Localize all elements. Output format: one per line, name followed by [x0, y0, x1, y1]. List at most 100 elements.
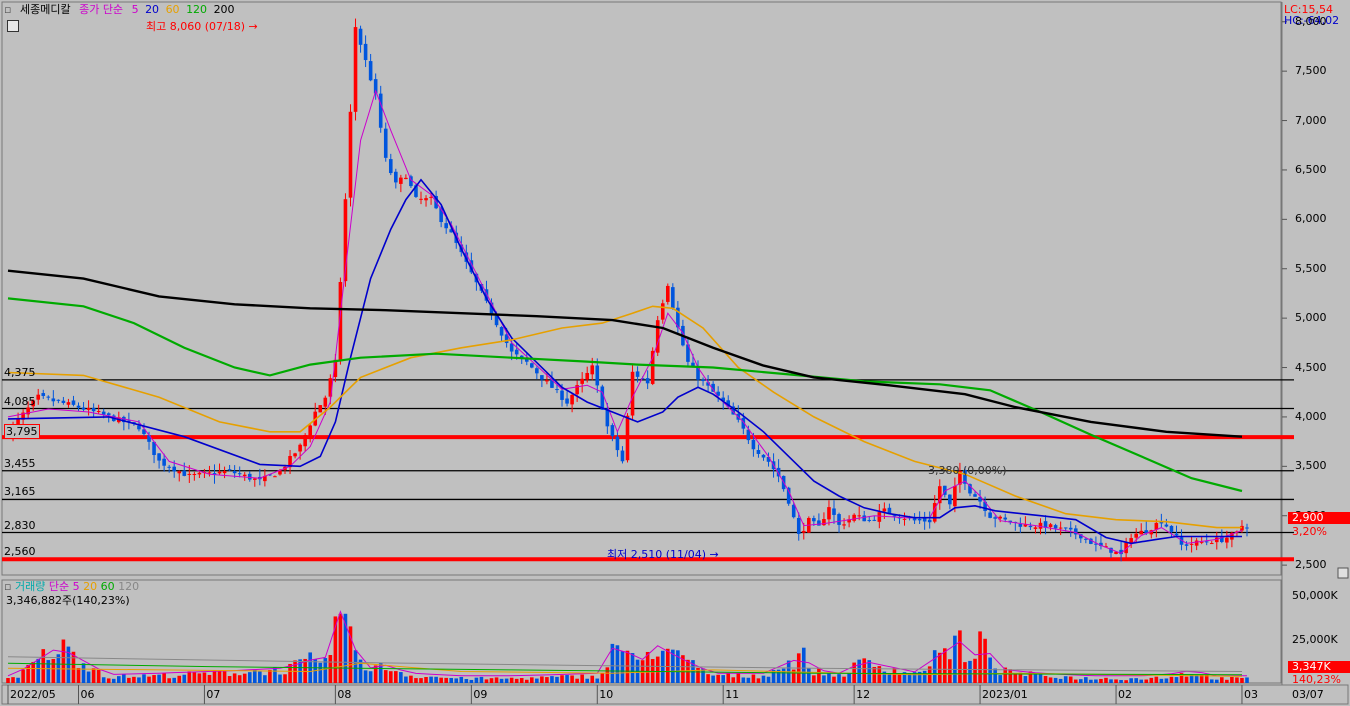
- volume-bar: [157, 674, 161, 683]
- volume-bar: [1235, 677, 1239, 683]
- volume-bar: [368, 671, 373, 683]
- volume-bar: [414, 678, 418, 683]
- volume-bar: [822, 675, 826, 683]
- volume-bar: [524, 679, 529, 683]
- volume-bar: [1119, 679, 1123, 683]
- volume-bar: [6, 678, 10, 683]
- level-label: 3,795: [4, 424, 40, 440]
- candle-body: [51, 398, 56, 402]
- volume-bar: [922, 670, 927, 683]
- volume-bar: [394, 671, 398, 683]
- candle-body: [1053, 525, 1058, 529]
- volume-bar: [1184, 676, 1189, 683]
- volume-bar: [328, 655, 333, 683]
- volume-bar: [278, 674, 282, 683]
- vol-ma20-label: 20: [83, 580, 98, 593]
- volume-bar: [101, 677, 106, 683]
- volume-bar: [761, 675, 766, 683]
- candle-body: [590, 365, 595, 375]
- volume-bar: [117, 676, 121, 683]
- volume-bar: [263, 675, 267, 683]
- candle-body: [993, 517, 997, 519]
- candle-body: [1184, 544, 1189, 546]
- candle-body: [756, 450, 761, 454]
- volume-bar: [741, 677, 746, 683]
- volume-bar: [217, 671, 222, 683]
- panel-resize-handle[interactable]: [1337, 567, 1349, 579]
- volume-bar: [560, 675, 564, 683]
- candle-body: [1139, 530, 1144, 535]
- candle-body: [1084, 538, 1088, 540]
- volume-bar: [388, 671, 393, 683]
- candle-body: [902, 518, 907, 520]
- volume-bar: [751, 674, 756, 683]
- candle-body: [701, 379, 705, 382]
- candle-body: [404, 177, 408, 180]
- volume-bar: [716, 674, 720, 683]
- candle-body: [761, 454, 766, 458]
- ma20-label: 20: [145, 3, 160, 16]
- candle-body: [1018, 523, 1023, 527]
- volume-bar: [273, 667, 277, 683]
- candle-body: [293, 453, 297, 457]
- stock-chart-window: ▫ 세종메디칼 종가 단순 5 20 60 120 200 LC:15,54 H…: [0, 0, 1350, 706]
- date-axis-label: 11: [725, 688, 740, 701]
- ma120-label: 120: [186, 3, 208, 16]
- candle-body: [177, 471, 182, 474]
- volume-bar: [1149, 677, 1154, 683]
- volume-bar: [247, 672, 252, 683]
- volume-bar: [530, 677, 534, 683]
- candle-body: [363, 43, 368, 61]
- candle-body: [76, 405, 81, 408]
- volume-bar: [1245, 677, 1249, 683]
- volume-bar: [424, 676, 428, 683]
- vol-axis-50000: 50,000K: [1292, 589, 1338, 602]
- candle-body: [927, 519, 932, 523]
- volume-bar: [479, 676, 484, 683]
- volume-bar: [1209, 679, 1214, 683]
- volume-bar: [106, 678, 111, 683]
- candle-body: [540, 375, 544, 380]
- volume-bar: [565, 675, 569, 683]
- volume-bar: [172, 677, 177, 683]
- volume-bar: [726, 673, 731, 683]
- candle-body: [96, 411, 101, 413]
- volume-bar: [499, 678, 504, 683]
- level-label: 3,455: [4, 456, 36, 470]
- volume-bar: [832, 676, 836, 683]
- volume-bar: [1053, 677, 1058, 683]
- grid-toggle-icon[interactable]: [7, 20, 19, 32]
- level-label: 2,560: [4, 545, 36, 559]
- candle-body: [1028, 525, 1033, 528]
- candle-body: [137, 425, 141, 430]
- volume-bar: [615, 645, 620, 683]
- candle-body: [182, 470, 187, 476]
- volume-bar: [31, 661, 35, 683]
- ma200-label: 200: [213, 3, 235, 16]
- candle-body: [81, 407, 86, 410]
- candle-body: [1169, 525, 1174, 532]
- ma5-label: 5: [131, 3, 139, 16]
- volume-bar: [590, 675, 595, 683]
- candle-body: [620, 450, 625, 462]
- candle-body: [645, 378, 650, 384]
- candle-body: [988, 512, 992, 518]
- candle-body: [535, 368, 539, 374]
- volume-bar: [1094, 679, 1098, 683]
- volume-bar: [454, 678, 459, 683]
- candle-body: [973, 494, 977, 497]
- candle-body: [812, 518, 816, 522]
- chart-canvas[interactable]: [0, 0, 1350, 706]
- price-panel[interactable]: [1, 1, 1282, 576]
- menu-square-icon[interactable]: ▫: [4, 3, 11, 16]
- volume-bar: [948, 659, 952, 683]
- candle-body: [192, 474, 197, 476]
- price-axis-label: 5,000: [1295, 311, 1327, 325]
- volume-bar: [973, 658, 977, 683]
- volume-bar: [585, 678, 590, 683]
- volume-bar: [1129, 678, 1133, 683]
- candle-body: [106, 413, 111, 416]
- date-axis-label: 03/07: [1292, 688, 1324, 701]
- price-axis-label: 4,000: [1295, 409, 1327, 423]
- volume-bar: [1099, 678, 1103, 683]
